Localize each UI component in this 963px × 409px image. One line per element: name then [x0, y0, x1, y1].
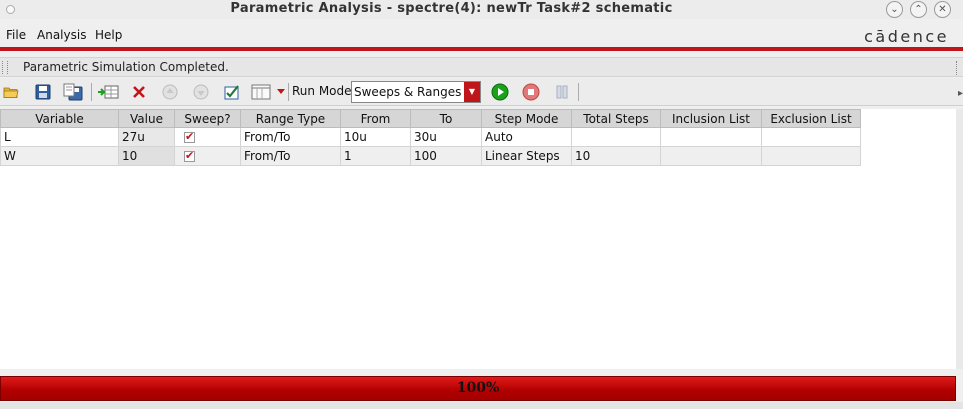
grip-handle-icon[interactable]	[2, 61, 8, 74]
table-view-icon[interactable]	[250, 81, 272, 103]
cell-exclusion-list[interactable]	[761, 146, 861, 166]
table-row[interactable]: W 10 From/To 1 100 Linear Steps 10	[0, 146, 861, 166]
move-down-icon[interactable]	[190, 81, 212, 103]
cell-total-steps[interactable]	[571, 127, 661, 147]
run-mode-value: Sweeps & Ranges	[354, 85, 462, 99]
run-mode-label: Run Mode:	[292, 84, 356, 98]
column-header-exclusion-list[interactable]: Exclusion List	[761, 109, 861, 128]
pause-icon[interactable]	[551, 81, 573, 103]
column-header-value[interactable]: Value	[118, 109, 175, 128]
column-header-from[interactable]: From	[340, 109, 411, 128]
cell-variable[interactable]: W	[0, 146, 119, 166]
cell-step-mode[interactable]: Auto	[481, 127, 572, 147]
bottom-edge	[0, 402, 963, 409]
menu-analysis[interactable]: Analysis	[37, 28, 86, 42]
cell-from[interactable]: 10u	[340, 127, 411, 147]
run-icon[interactable]	[489, 81, 511, 103]
sweep-checkbox[interactable]	[184, 130, 195, 143]
delete-icon[interactable]	[128, 81, 150, 103]
column-header-inclusion-list[interactable]: Inclusion List	[660, 109, 762, 128]
progress-label: 100%	[456, 380, 500, 396]
vertical-scrollbar[interactable]	[956, 109, 963, 369]
toolbar-separator	[288, 83, 289, 101]
table-header-row: Variable Value Sweep? Range Type From To…	[0, 109, 861, 128]
table-view-dropdown-icon[interactable]	[274, 81, 288, 103]
overflow-icon[interactable]: ▸	[958, 88, 963, 99]
cell-sweep[interactable]	[174, 146, 241, 166]
cell-range-type[interactable]: From/To	[240, 146, 341, 166]
cell-range-type[interactable]: From/To	[240, 127, 341, 147]
cell-inclusion-list[interactable]	[660, 146, 762, 166]
menu-help[interactable]: Help	[95, 28, 122, 42]
title-bar: Parametric Analysis - spectre(4): newTr …	[0, 0, 963, 19]
cell-step-mode[interactable]: Linear Steps	[481, 146, 572, 166]
column-header-to[interactable]: To	[410, 109, 482, 128]
accent-divider	[0, 47, 963, 51]
cell-total-steps[interactable]: 10	[571, 146, 661, 166]
toolbar: Run Mode: Sweeps & Ranges ▼ ▸	[0, 78, 963, 106]
cell-sweep[interactable]	[174, 127, 241, 147]
cell-value[interactable]: 10	[118, 146, 175, 166]
stop-icon[interactable]	[520, 81, 542, 103]
menu-bar: File Analysis Help cādence	[0, 25, 963, 46]
move-up-icon[interactable]	[159, 81, 181, 103]
cell-exclusion-list[interactable]	[761, 127, 861, 147]
cell-to[interactable]: 30u	[410, 127, 482, 147]
save-icon[interactable]	[32, 81, 54, 103]
sweep-checkbox[interactable]	[184, 149, 195, 162]
column-header-range-type[interactable]: Range Type	[240, 109, 341, 128]
progress-bar: 100%	[0, 376, 956, 401]
close-icon[interactable]: ✕	[934, 1, 951, 18]
run-mode-select[interactable]: Sweeps & Ranges ▼	[351, 81, 481, 103]
maximize-icon[interactable]: ⌃	[910, 1, 927, 18]
column-header-step-mode[interactable]: Step Mode	[481, 109, 572, 128]
cell-inclusion-list[interactable]	[660, 127, 762, 147]
save-as-icon[interactable]	[62, 81, 84, 103]
check-icon[interactable]	[222, 81, 244, 103]
parameter-table-area: Variable Value Sweep? Range Type From To…	[0, 109, 956, 369]
cell-from[interactable]: 1	[340, 146, 411, 166]
menu-file[interactable]: File	[6, 28, 26, 42]
column-header-variable[interactable]: Variable	[0, 109, 119, 128]
table-row[interactable]: L 27u From/To 10u 30u Auto	[0, 127, 861, 147]
chevron-down-icon[interactable]: ▼	[464, 82, 480, 102]
add-variable-icon[interactable]	[97, 81, 119, 103]
status-bar: Parametric Simulation Completed.	[0, 57, 963, 77]
cell-value[interactable]: 27u	[118, 127, 175, 147]
cell-to[interactable]: 100	[410, 146, 482, 166]
side-grip-icon[interactable]	[956, 61, 961, 75]
cadence-logo: cādence	[864, 27, 949, 46]
column-header-total-steps[interactable]: Total Steps	[571, 109, 661, 128]
window-title: Parametric Analysis - spectre(4): newTr …	[230, 1, 673, 16]
toolbar-separator	[578, 83, 579, 101]
status-message: Parametric Simulation Completed.	[23, 60, 229, 74]
cell-variable[interactable]: L	[0, 127, 119, 147]
parameter-table: Variable Value Sweep? Range Type From To…	[0, 109, 861, 166]
open-folder-icon[interactable]	[0, 81, 22, 103]
toolbar-separator	[91, 83, 92, 101]
minimize-icon[interactable]: ⌄	[886, 1, 903, 18]
column-header-sweep[interactable]: Sweep?	[174, 109, 241, 128]
